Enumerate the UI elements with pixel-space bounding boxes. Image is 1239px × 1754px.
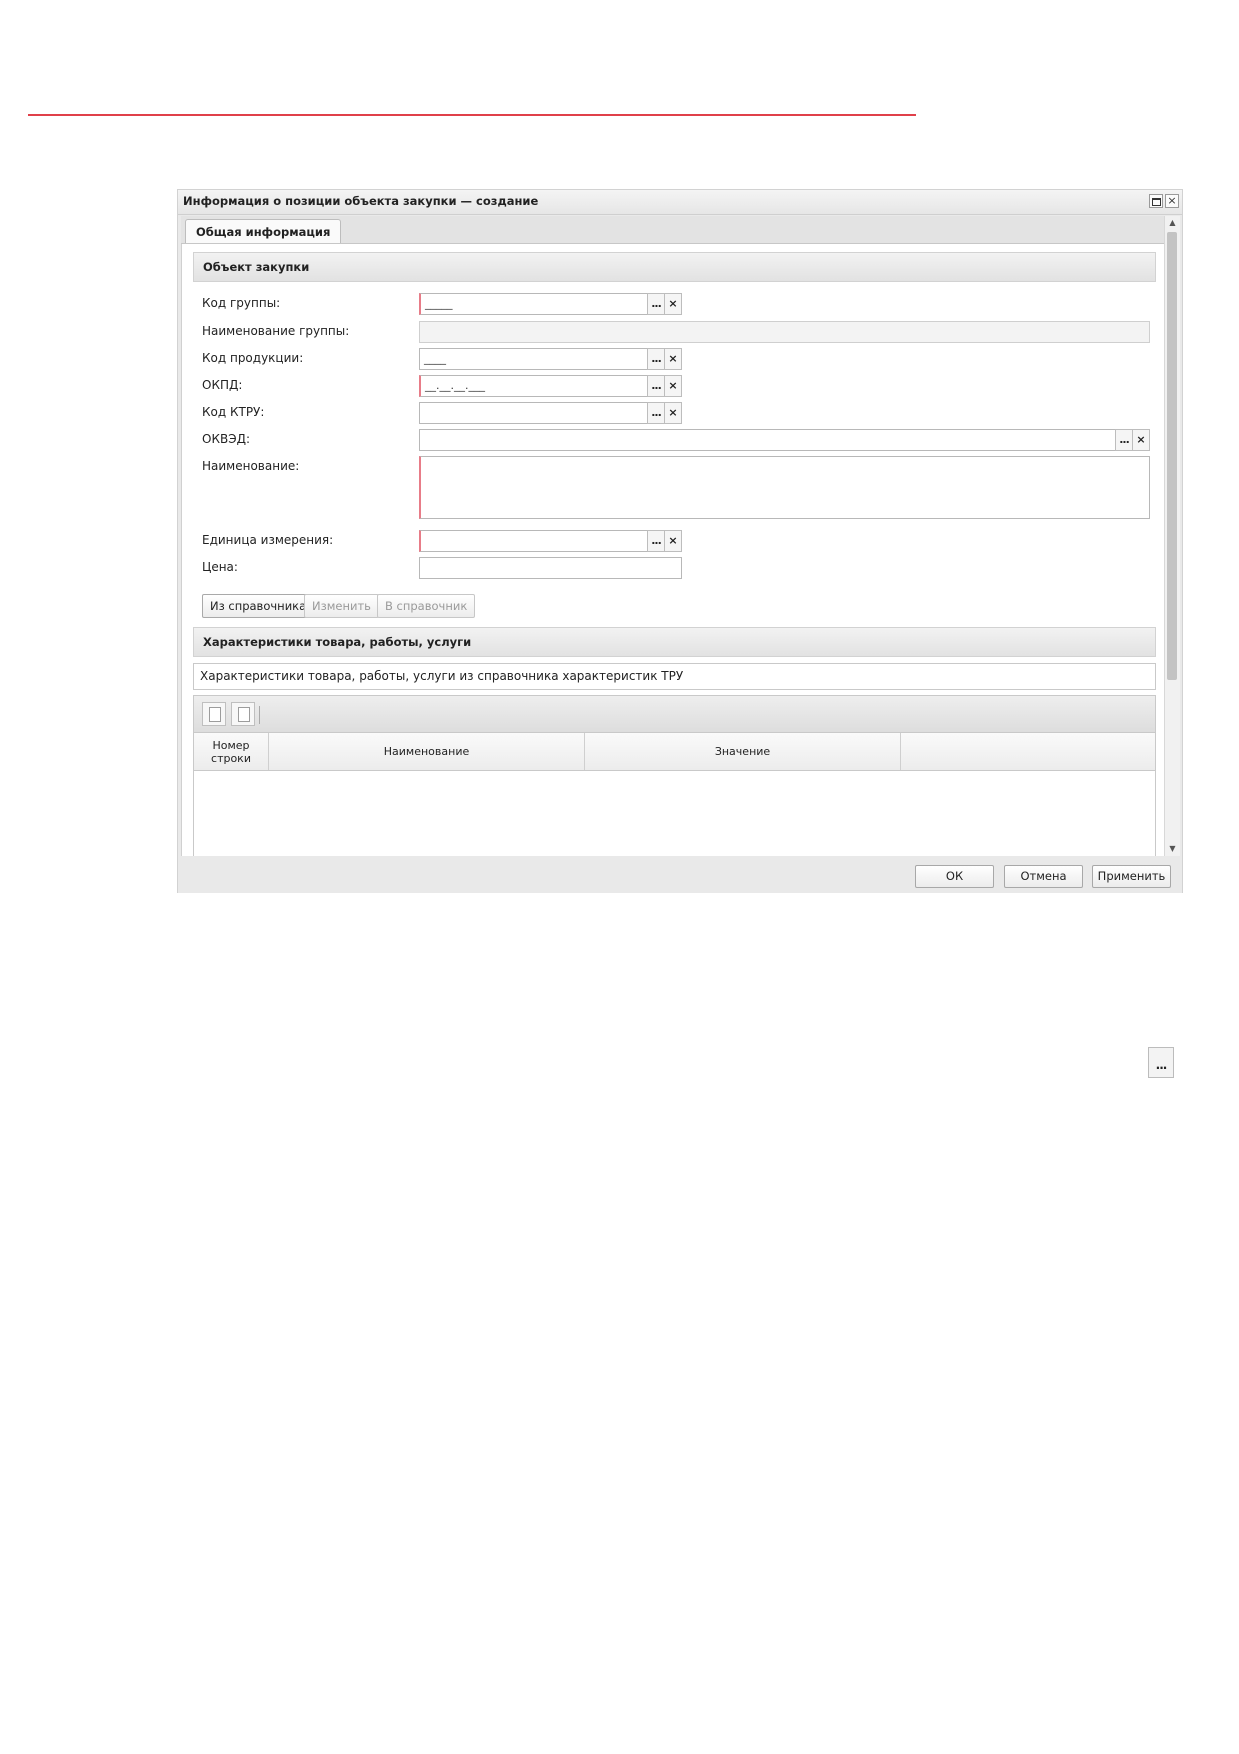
section-header-characteristics: Характеристики товара, работы, услуги <box>193 627 1156 657</box>
unit-field[interactable] <box>419 530 648 552</box>
group-name-label: Наименование группы: <box>202 324 350 338</box>
okpd-label: ОКПД: <box>202 378 243 392</box>
maximize-icon[interactable] <box>1149 194 1163 208</box>
okved-clear-button[interactable]: × <box>1132 429 1150 451</box>
from-catalog-button[interactable]: Из справочника <box>202 594 315 618</box>
product-code-label: Код продукции: <box>202 351 304 365</box>
column-header-value[interactable]: Значение <box>585 733 901 770</box>
edit-button[interactable]: Изменить <box>304 594 379 618</box>
okpd-select-button[interactable]: ... <box>647 375 665 397</box>
group-code-field[interactable]: _____ <box>419 293 648 315</box>
column-header-extra <box>901 733 1155 770</box>
product-code-field[interactable]: ____ <box>419 348 648 370</box>
ktru-code-field[interactable] <box>419 402 648 424</box>
grid-body <box>193 771 1156 856</box>
price-field[interactable] <box>419 557 682 579</box>
vertical-scrollbar[interactable]: ▲ ▼ <box>1164 216 1180 856</box>
group-code-label: Код группы: <box>202 296 281 310</box>
unit-clear-button[interactable]: × <box>664 530 682 552</box>
grid-toolbar <box>193 695 1156 733</box>
characteristics-note: Характеристики товара, работы, услуги из… <box>193 663 1156 690</box>
group-code-select-button[interactable]: ... <box>647 293 665 315</box>
scroll-up-icon[interactable]: ▲ <box>1165 216 1180 230</box>
edit-row-icon[interactable] <box>202 702 226 726</box>
close-icon[interactable]: × <box>1165 194 1179 208</box>
apply-button[interactable]: Применить <box>1092 865 1171 888</box>
to-catalog-button[interactable]: В справочник <box>377 594 476 618</box>
product-code-clear-button[interactable]: × <box>664 348 682 370</box>
okved-select-button[interactable]: ... <box>1115 429 1133 451</box>
ktru-code-select-button[interactable]: ... <box>647 402 665 424</box>
section-header-object: Объект закупки <box>193 252 1156 282</box>
ktru-code-label: Код КТРУ: <box>202 405 265 419</box>
name-label: Наименование: <box>202 459 300 473</box>
ktru-code-clear-button[interactable]: × <box>664 402 682 424</box>
grid-header: Номер строки Наименование Значение <box>193 733 1156 771</box>
tab-general-info[interactable]: Общая информация <box>185 219 342 243</box>
okpd-clear-button[interactable]: × <box>664 375 682 397</box>
product-code-select-button[interactable]: ... <box>647 348 665 370</box>
dialog-footer: ОК Отмена Применить <box>178 856 1182 893</box>
tab-strip: Общая информация <box>181 216 1164 244</box>
unit-label: Единица измерения: <box>202 533 334 547</box>
okved-label: ОКВЭД: <box>202 432 250 446</box>
unit-select-button[interactable]: ... <box>647 530 665 552</box>
ellipsis-button-icon: ... <box>1148 1047 1174 1078</box>
ok-button[interactable]: ОК <box>915 865 994 888</box>
group-name-field <box>419 321 1150 343</box>
okved-field[interactable] <box>419 429 1116 451</box>
cancel-button[interactable]: Отмена <box>1004 865 1083 888</box>
group-code-clear-button[interactable]: × <box>664 293 682 315</box>
window-title: Информация о позиции объекта закупки — с… <box>183 194 539 208</box>
column-header-name[interactable]: Наименование <box>269 733 585 770</box>
okpd-field[interactable]: __.__.__.___ <box>419 375 648 397</box>
dialog-window: Информация о позиции объекта закупки — с… <box>177 189 1183 893</box>
column-header-row-number[interactable]: Номер строки <box>194 733 269 770</box>
price-label: Цена: <box>202 560 238 574</box>
page-divider-line <box>28 114 916 116</box>
dialog-content: Объект закупки Код группы: _____ ... × Н… <box>181 244 1166 856</box>
scroll-down-icon[interactable]: ▼ <box>1165 842 1180 856</box>
name-textarea[interactable] <box>419 456 1150 519</box>
title-bar: Информация о позиции объекта закупки — с… <box>178 190 1182 215</box>
toolbar-separator <box>259 706 260 724</box>
scroll-thumb[interactable] <box>1167 232 1177 680</box>
delete-row-icon[interactable] <box>231 702 255 726</box>
